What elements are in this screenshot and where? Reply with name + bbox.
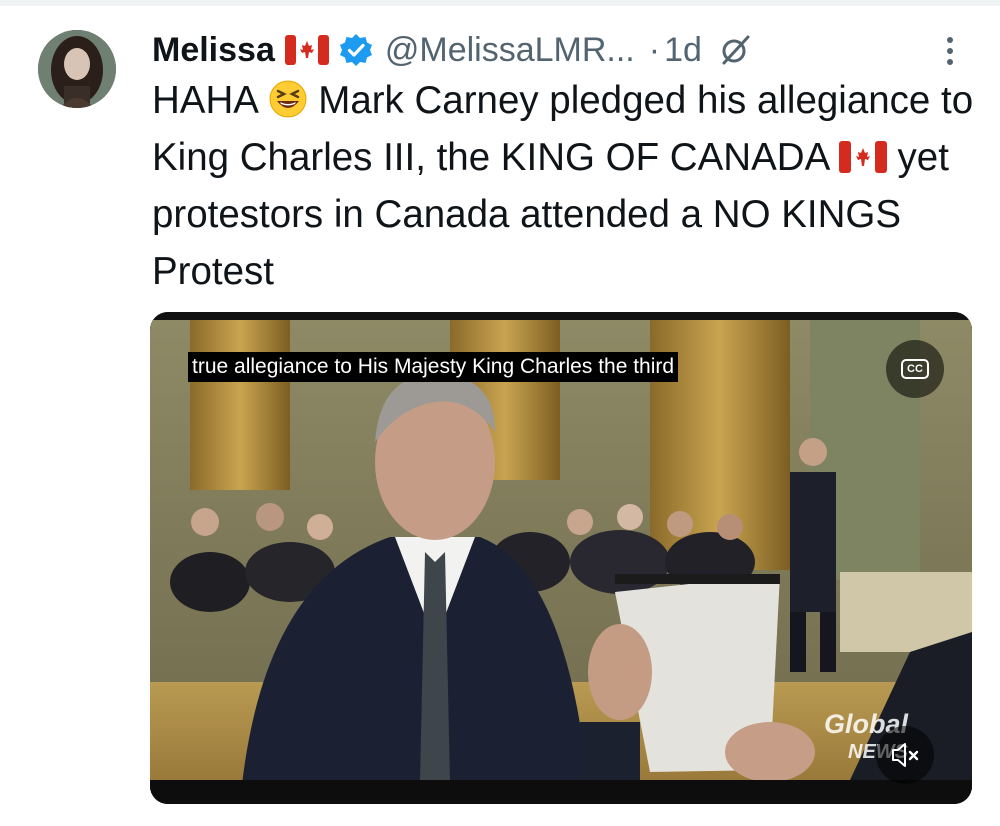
timestamp[interactable]: 1d bbox=[664, 31, 702, 70]
separator-dot: · bbox=[648, 30, 661, 69]
avatar-image bbox=[38, 30, 116, 108]
volume-muted-icon bbox=[892, 743, 919, 767]
video-player[interactable]: true allegiance to His Majesty King Char… bbox=[150, 312, 972, 804]
verified-badge-icon[interactable] bbox=[339, 33, 373, 67]
more-options-icon[interactable] bbox=[940, 34, 960, 68]
tweet-header: Melissa @MelissaLMR... · 1d bbox=[152, 26, 972, 74]
video-caption: true allegiance to His Majesty King Char… bbox=[188, 352, 679, 382]
closed-captions-button[interactable]: CC bbox=[886, 340, 944, 398]
user-handle[interactable]: @MelissaLMR... bbox=[385, 31, 635, 70]
display-name[interactable]: Melissa bbox=[152, 31, 275, 70]
tweet-text: HAHA Mark Carney pledged his allegiance … bbox=[152, 72, 982, 300]
top-divider bbox=[0, 0, 1000, 6]
unmute-button[interactable] bbox=[876, 726, 934, 784]
cc-icon: CC bbox=[901, 359, 929, 379]
tweet-text-part-1: HAHA bbox=[152, 79, 257, 122]
canada-flag-emoji-icon bbox=[838, 141, 887, 173]
grinning-squinting-face-icon bbox=[268, 79, 308, 119]
canada-flag-icon bbox=[284, 35, 329, 65]
grok-icon[interactable] bbox=[718, 33, 752, 67]
avatar[interactable] bbox=[38, 30, 116, 108]
